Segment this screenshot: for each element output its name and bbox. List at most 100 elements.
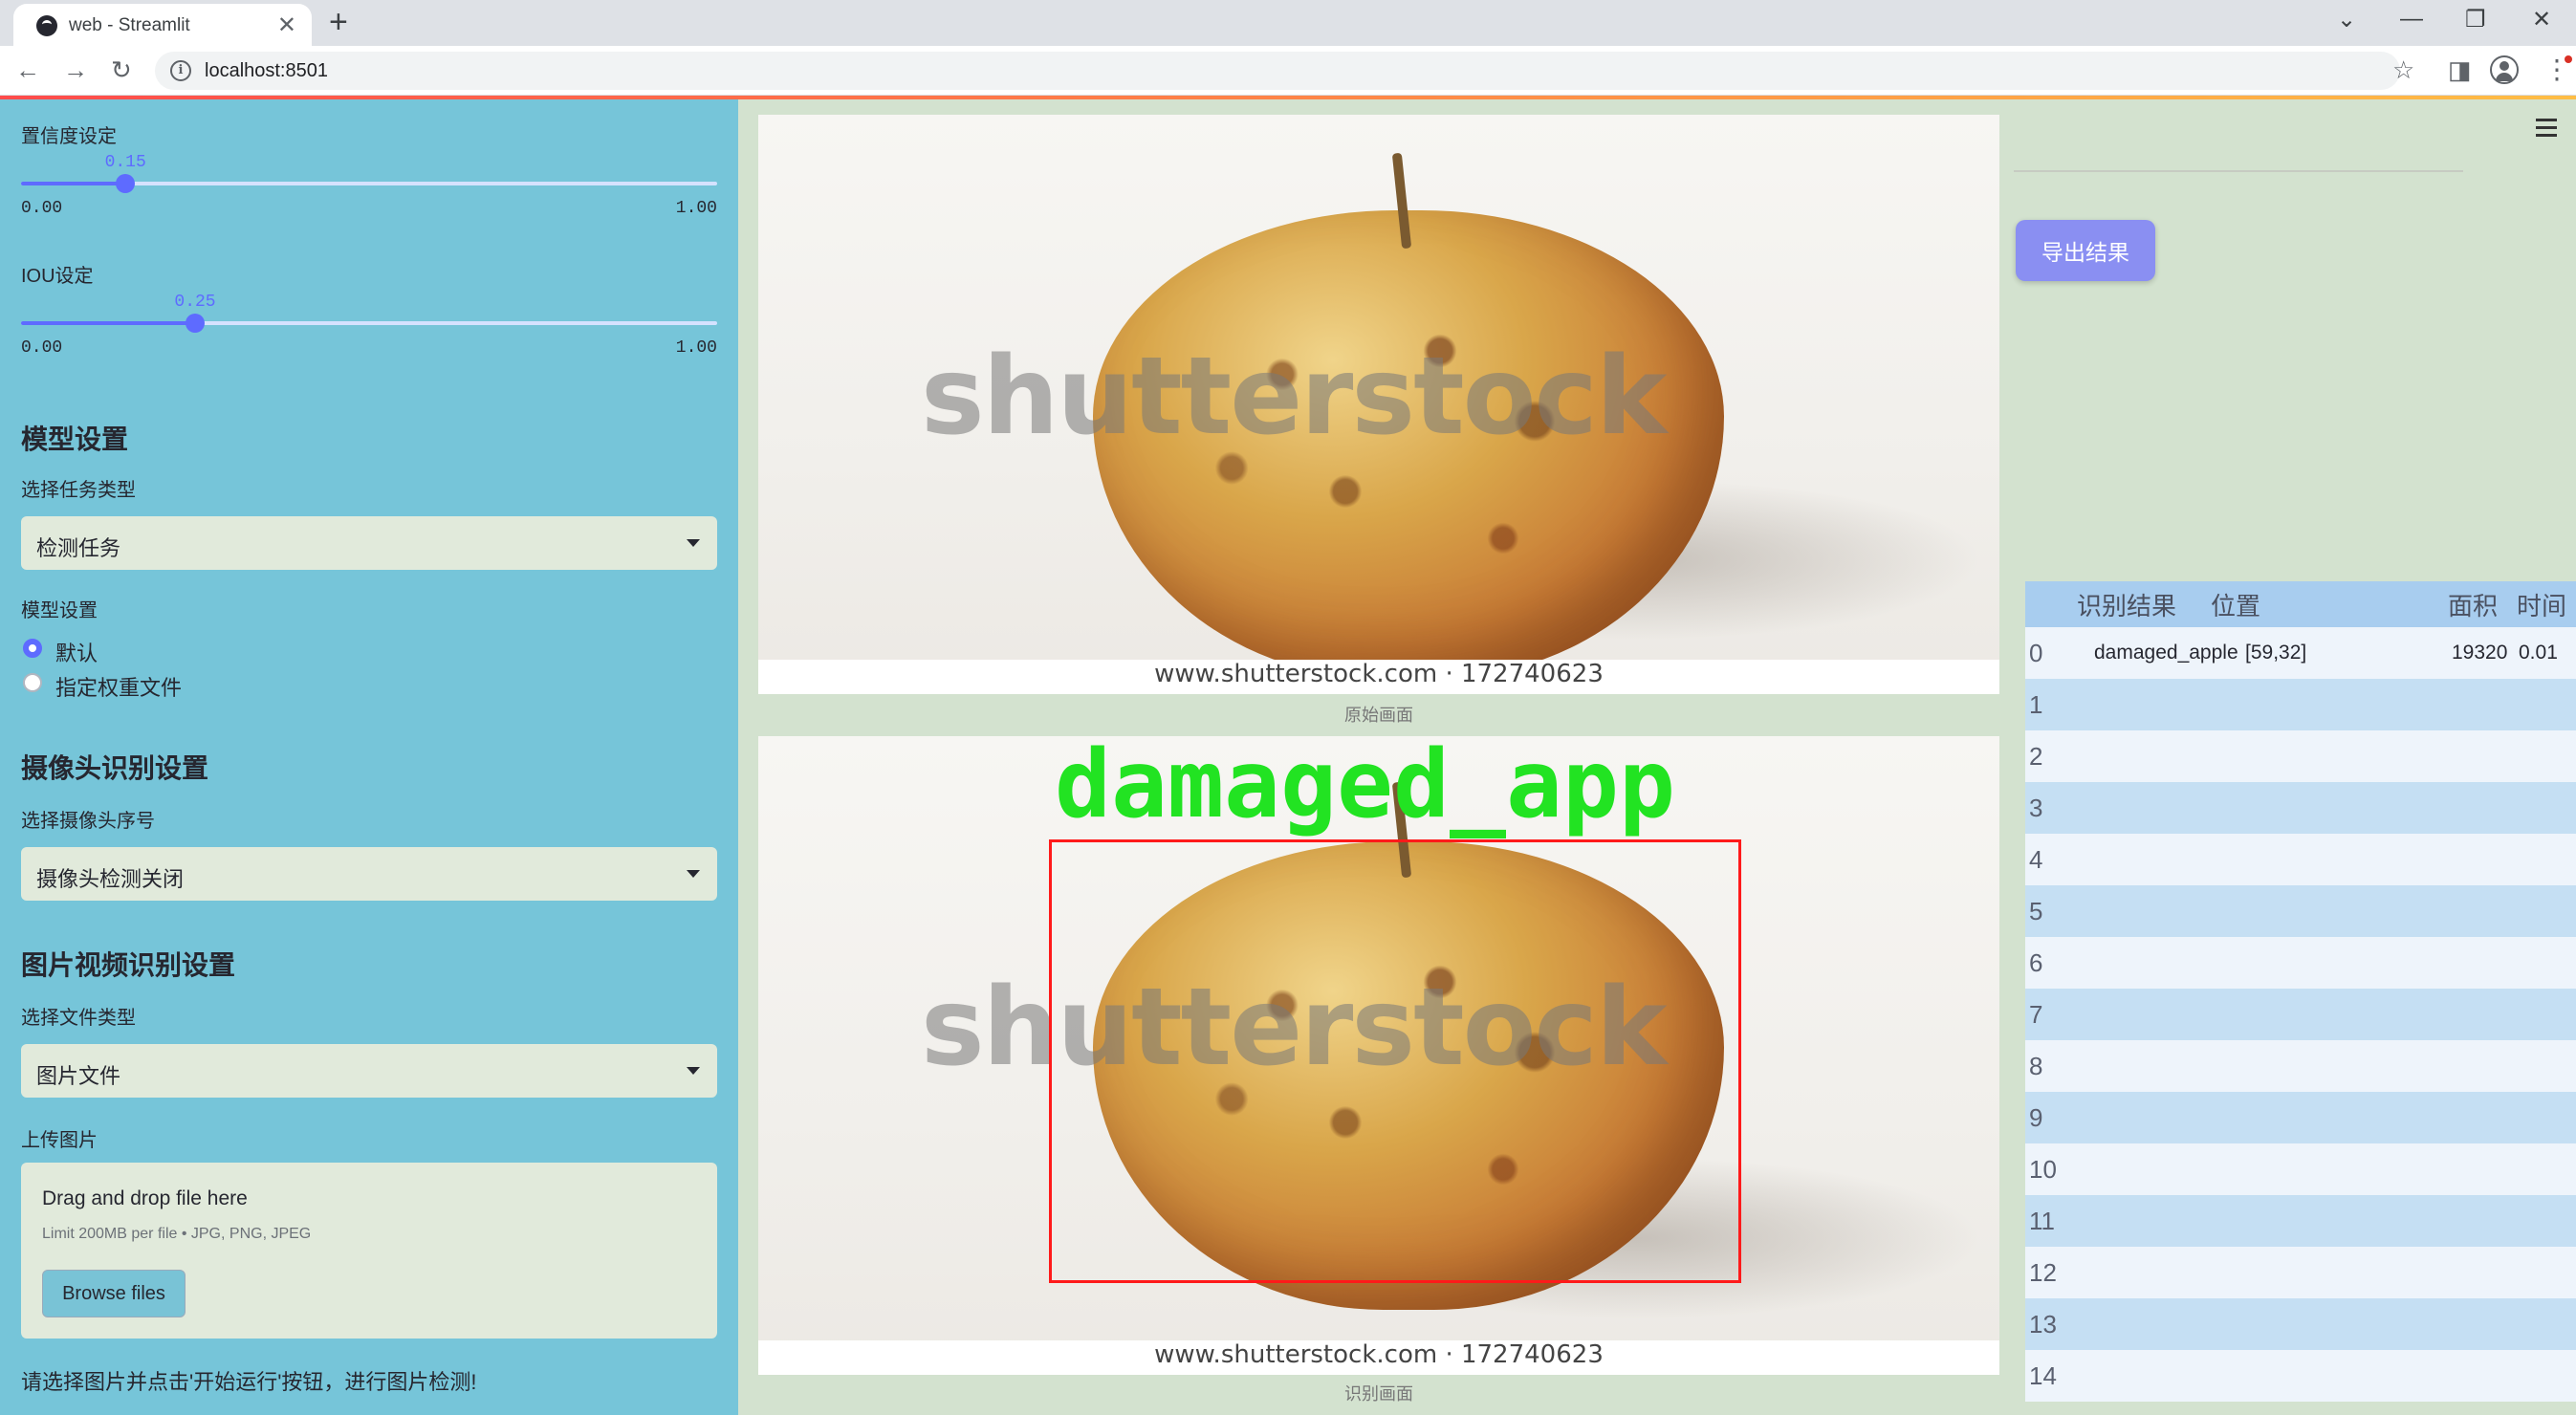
detection-result-image: shutterstock damaged_app www.shutterstoc… bbox=[758, 736, 1999, 1375]
file-type-value: 图片文件 bbox=[36, 1064, 121, 1088]
confidence-value: 0.15 bbox=[104, 153, 146, 172]
time-cell[interactable]: 0.01 bbox=[2519, 627, 2558, 679]
radio-default-icon[interactable] bbox=[23, 639, 42, 658]
watermark-text: shutterstock bbox=[921, 335, 1667, 459]
window-close-icon[interactable]: ✕ bbox=[2532, 6, 2551, 33]
area-cell[interactable]: 19320 bbox=[2452, 627, 2507, 679]
column-header-position[interactable]: 位置 bbox=[2211, 581, 2260, 627]
position-cell[interactable]: [59,32] bbox=[2245, 627, 2306, 679]
task-type-select[interactable]: 检测任务 bbox=[21, 516, 717, 570]
table-row[interactable]: 7 bbox=[2025, 989, 2576, 1040]
iou-slider[interactable]: 0.25 0.00 1.00 bbox=[21, 293, 717, 358]
row-index-cell[interactable]: 3 bbox=[2029, 782, 2042, 834]
row-index-cell[interactable]: 7 bbox=[2029, 989, 2042, 1040]
confidence-fill bbox=[21, 182, 126, 185]
address-bar[interactable]: i localhost:8501 bbox=[155, 52, 2400, 90]
new-tab-icon[interactable]: + bbox=[329, 4, 348, 41]
watermark-url: www.shutterstock.com · 172740623 bbox=[758, 660, 1999, 694]
file-type-select[interactable]: 图片文件 bbox=[21, 1044, 717, 1098]
row-index-cell[interactable]: 0 bbox=[2029, 627, 2042, 679]
chevron-down-icon bbox=[687, 870, 700, 878]
profile-avatar-icon[interactable] bbox=[2490, 55, 2519, 84]
column-header-result[interactable]: 识别结果 bbox=[2077, 581, 2176, 627]
streamlit-favicon-icon bbox=[36, 15, 57, 36]
row-index-cell[interactable]: 5 bbox=[2029, 885, 2042, 937]
result-cell[interactable]: damaged_apple bbox=[2094, 627, 2238, 679]
model-section-heading: 模型设置 bbox=[21, 424, 129, 454]
export-results-button[interactable]: 导出结果 bbox=[2016, 220, 2155, 281]
sidebar: 置信度设定 0.15 0.00 1.00 IOU设定 0.25 0.00 1.0… bbox=[0, 99, 738, 1415]
file-type-label: 选择文件类型 bbox=[21, 1008, 136, 1029]
file-dropzone[interactable]: Drag and drop file here Limit 200MB per … bbox=[21, 1163, 717, 1339]
tab-search-chevron-icon[interactable]: ⌄ bbox=[2337, 6, 2356, 33]
detection-bounding-box bbox=[1049, 839, 1741, 1283]
radio-custom-weights-label: 指定权重文件 bbox=[55, 676, 183, 700]
confidence-thumb[interactable] bbox=[116, 174, 136, 193]
side-panel-icon[interactable]: ◨ bbox=[2448, 55, 2472, 85]
url-text[interactable]: localhost:8501 bbox=[205, 60, 328, 82]
table-row[interactable]: 9 bbox=[2025, 1092, 2576, 1143]
table-row[interactable]: 10 bbox=[2025, 1143, 2576, 1195]
iou-value: 0.25 bbox=[174, 293, 216, 312]
row-index-cell[interactable]: 11 bbox=[2029, 1195, 2055, 1247]
row-index-cell[interactable]: 1 bbox=[2029, 679, 2042, 730]
row-index-cell[interactable]: 10 bbox=[2029, 1143, 2057, 1195]
table-row[interactable]: 3 bbox=[2025, 782, 2576, 834]
camera-section-heading: 摄像头识别设置 bbox=[21, 753, 209, 783]
restore-icon[interactable]: ❐ bbox=[2465, 6, 2486, 33]
model-setting-label: 模型设置 bbox=[21, 600, 98, 621]
row-index-cell[interactable]: 12 bbox=[2029, 1247, 2057, 1298]
table-row[interactable]: 11 bbox=[2025, 1195, 2576, 1247]
table-row[interactable]: 14 bbox=[2025, 1350, 2576, 1402]
chevron-down-icon bbox=[687, 1067, 700, 1075]
browser-tab[interactable]: web - Streamlit ✕ bbox=[13, 4, 312, 46]
row-index-cell[interactable]: 6 bbox=[2029, 937, 2042, 989]
table-row[interactable]: 13 bbox=[2025, 1298, 2576, 1350]
detection-label: damaged_app bbox=[1055, 736, 1676, 839]
site-info-icon[interactable]: i bbox=[170, 60, 191, 81]
table-row[interactable]: 12 bbox=[2025, 1247, 2576, 1298]
bookmark-star-icon[interactable]: ☆ bbox=[2392, 55, 2414, 85]
table-row[interactable]: 5 bbox=[2025, 885, 2576, 937]
row-index-cell[interactable]: 2 bbox=[2029, 730, 2042, 782]
browse-files-button[interactable]: Browse files bbox=[42, 1270, 186, 1317]
row-index-cell[interactable]: 8 bbox=[2029, 1040, 2042, 1092]
task-type-value: 检测任务 bbox=[36, 536, 121, 560]
row-index-cell[interactable]: 14 bbox=[2029, 1350, 2057, 1402]
column-header-area[interactable]: 面积 bbox=[2448, 581, 2498, 627]
table-row[interactable]: 8 bbox=[2025, 1040, 2576, 1092]
forward-icon[interactable]: → bbox=[63, 55, 88, 85]
confidence-slider[interactable]: 0.15 0.00 1.00 bbox=[21, 153, 717, 218]
reload-icon[interactable]: ↻ bbox=[111, 55, 132, 85]
confidence-track[interactable] bbox=[21, 174, 717, 193]
table-row[interactable]: 6 bbox=[2025, 937, 2576, 989]
table-row[interactable]: 1 bbox=[2025, 679, 2576, 730]
camera-select[interactable]: 摄像头检测关闭 bbox=[21, 847, 717, 901]
browser-tab-bar: web - Streamlit ✕ + ⌄ — ❐ ✕ bbox=[0, 0, 2576, 46]
table-row[interactable]: 2 bbox=[2025, 730, 2576, 782]
radio-default-label: 默认 bbox=[55, 642, 98, 665]
sidebar-instruction: 请选择图片并点击'开始运行'按钮，进行图片检测! bbox=[21, 1370, 477, 1394]
table-row[interactable]: 4 bbox=[2025, 834, 2576, 885]
tab-close-icon[interactable]: ✕ bbox=[277, 11, 296, 39]
confidence-label: 置信度设定 bbox=[21, 126, 117, 147]
confidence-min: 0.00 bbox=[21, 199, 63, 218]
hamburger-menu-icon[interactable] bbox=[2536, 119, 2557, 142]
confidence-max: 1.00 bbox=[675, 199, 717, 218]
back-icon[interactable]: ← bbox=[15, 55, 40, 85]
dropzone-limit: Limit 200MB per file • JPG, PNG, JPEG bbox=[42, 1226, 312, 1242]
camera-value: 摄像头检测关闭 bbox=[36, 867, 185, 891]
column-header-time[interactable]: 时间 bbox=[2517, 581, 2566, 627]
row-index-cell[interactable]: 13 bbox=[2029, 1298, 2057, 1350]
minimize-icon[interactable]: — bbox=[2400, 6, 2423, 33]
right-divider bbox=[2014, 170, 2463, 172]
browser-menu-icon[interactable]: ⋮ bbox=[2543, 54, 2572, 85]
radio-custom-weights-icon[interactable] bbox=[23, 673, 42, 692]
row-index-cell[interactable]: 4 bbox=[2029, 834, 2042, 885]
task-type-label: 选择任务类型 bbox=[21, 480, 136, 501]
media-section-heading: 图片视频识别设置 bbox=[21, 950, 236, 980]
iou-thumb[interactable] bbox=[186, 314, 205, 333]
iou-track[interactable] bbox=[21, 314, 717, 333]
row-index-cell[interactable]: 9 bbox=[2029, 1092, 2042, 1143]
table-row[interactable]: 0 damaged_apple [59,32] 19320 0.01 bbox=[2025, 627, 2576, 679]
